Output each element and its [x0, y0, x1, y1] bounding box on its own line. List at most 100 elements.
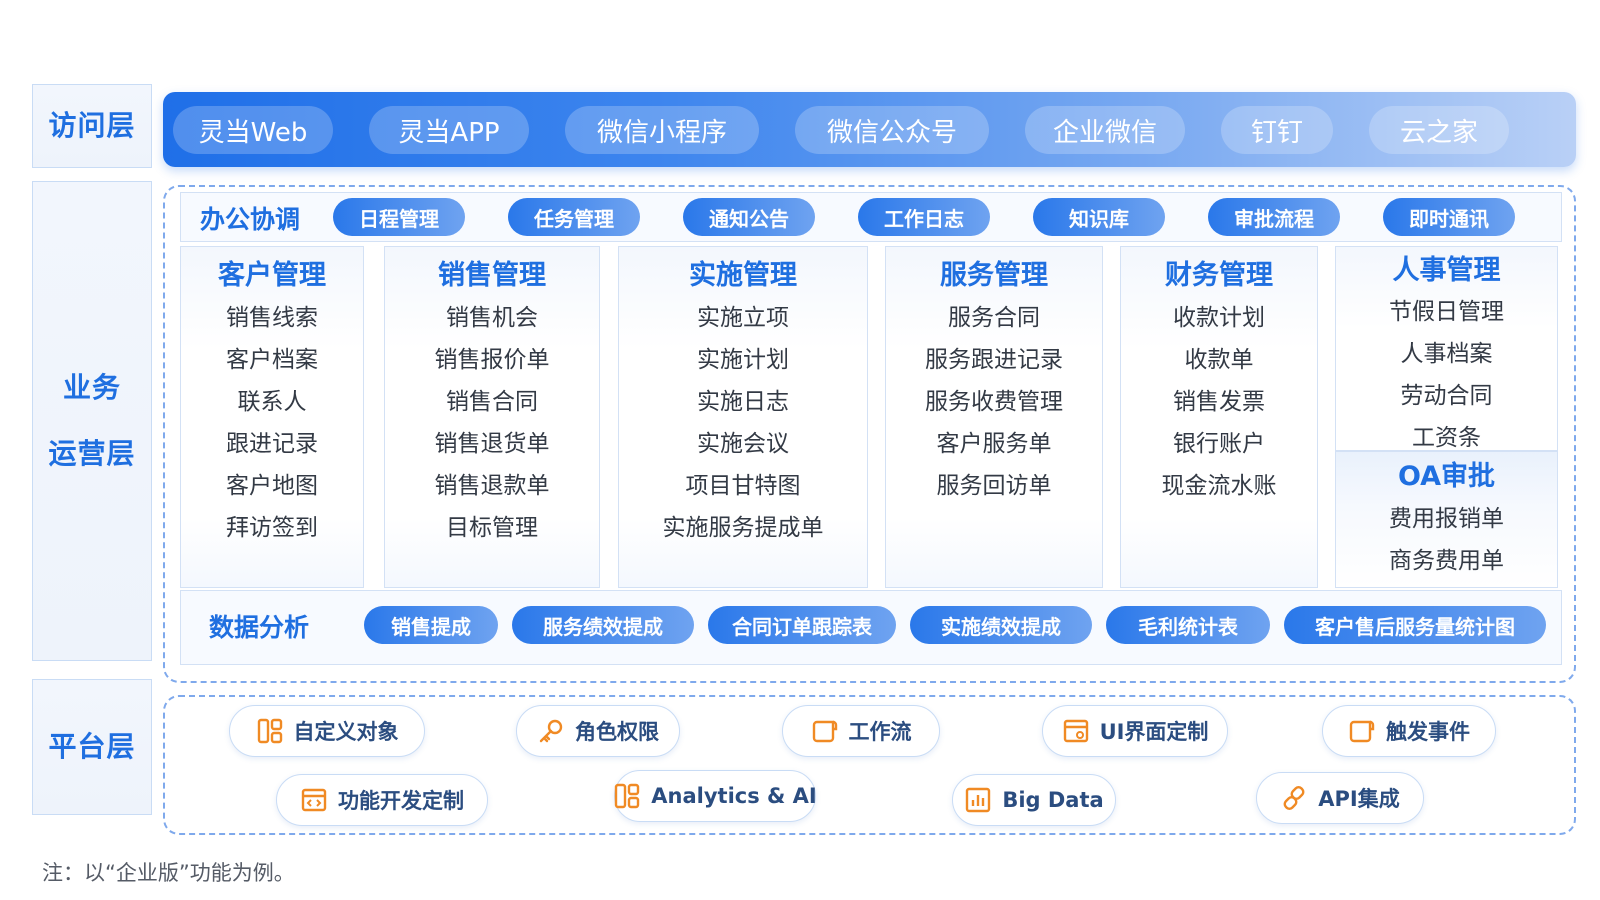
module-item[interactable]: 实施立项 — [619, 297, 867, 339]
office-item-worklog[interactable]: 工作日志 — [858, 198, 990, 236]
office-item-notice[interactable]: 通知公告 — [683, 198, 815, 236]
module-item[interactable]: 客户档案 — [181, 339, 363, 381]
module-item[interactable]: 跟进记录 — [181, 423, 363, 465]
access-bar: 灵当Web 灵当APP 微信小程序 微信公众号 企业微信 钉钉 云之家 — [163, 92, 1576, 167]
platform-item-label: UI界面定制 — [1099, 720, 1209, 744]
access-item-dingtalk[interactable]: 钉钉 — [1221, 106, 1333, 154]
platform-layer-label: 平台层 — [32, 679, 152, 815]
module-item[interactable]: 费用报销单 — [1336, 498, 1557, 540]
module-item[interactable]: 现金流水账 — [1121, 465, 1317, 507]
module-item[interactable]: 实施服务提成单 — [619, 507, 867, 549]
access-item-app[interactable]: 灵当APP — [369, 106, 529, 154]
data-item-order-tracking[interactable]: 合同订单跟踪表 — [708, 606, 896, 644]
data-item-implementation-commission[interactable]: 实施绩效提成 — [910, 606, 1092, 644]
platform-item-api-integration[interactable]: API集成 — [1256, 772, 1424, 824]
module-item[interactable]: 客户服务单 — [886, 423, 1102, 465]
module-item[interactable]: 服务回访单 — [886, 465, 1102, 507]
footnote: 注：以“企业版”功能为例。 — [42, 861, 295, 885]
access-item-wecom[interactable]: 企业微信 — [1025, 106, 1185, 154]
module-sales: 销售管理 销售机会 销售报价单 销售合同 销售退货单 销售退款单 目标管理 — [384, 246, 600, 588]
data-item-sales-commission[interactable]: 销售提成 — [364, 606, 498, 644]
access-item-official-account[interactable]: 微信公众号 — [795, 106, 989, 154]
access-layer-label: 访问层 — [32, 84, 152, 168]
module-title: 销售管理 — [438, 260, 546, 291]
module-item[interactable]: 客户地图 — [181, 465, 363, 507]
module-title: 财务管理 — [1165, 260, 1273, 291]
module-title: 服务管理 — [940, 260, 1048, 291]
module-item[interactable]: 联系人 — [181, 381, 363, 423]
module-item[interactable]: 项目甘特图 — [619, 465, 867, 507]
access-item-miniprogram[interactable]: 微信小程序 — [565, 106, 759, 154]
platform-item-role-permission[interactable]: 角色权限 — [516, 705, 680, 757]
platform-item-label: Analytics & AI — [651, 784, 817, 808]
module-item[interactable]: 节假日管理 — [1336, 291, 1557, 333]
access-item-yunzhijia[interactable]: 云之家 — [1369, 106, 1509, 154]
module-item[interactable]: 服务收费管理 — [886, 381, 1102, 423]
module-item[interactable]: 商务费用单 — [1336, 540, 1557, 582]
module-item[interactable]: 银行账户 — [1121, 423, 1317, 465]
platform-item-label: 触发事件 — [1386, 720, 1470, 744]
scroll-icon — [812, 720, 837, 743]
module-title: 人事管理 — [1392, 255, 1501, 286]
module-finance: 财务管理 收款计划 收款单 销售发票 银行账户 现金流水账 — [1120, 246, 1318, 588]
data-item-gross-profit[interactable]: 毛利统计表 — [1106, 606, 1270, 644]
module-item[interactable]: 服务合同 — [886, 297, 1102, 339]
module-item[interactable]: 销售发票 — [1121, 381, 1317, 423]
module-oa-approval: OA审批 费用报销单 商务费用单 — [1335, 451, 1558, 588]
platform-item-analytics-ai[interactable]: Analytics & AI — [614, 770, 817, 822]
platform-item-workflow[interactable]: 工作流 — [782, 705, 940, 757]
module-item[interactable]: 人事档案 — [1336, 333, 1557, 375]
module-service: 服务管理 服务合同 服务跟进记录 服务收费管理 客户服务单 服务回访单 — [885, 246, 1103, 588]
office-title: 办公协调 — [200, 205, 301, 234]
data-analysis-title: 数据分析 — [209, 613, 310, 642]
module-item[interactable]: 销售机会 — [385, 297, 599, 339]
blocks-icon — [257, 718, 282, 744]
module-item[interactable]: 销售退货单 — [385, 423, 599, 465]
module-item[interactable]: 销售退款单 — [385, 465, 599, 507]
platform-item-trigger-event[interactable]: 触发事件 — [1322, 705, 1496, 757]
module-title: OA审批 — [1397, 461, 1496, 492]
office-item-im[interactable]: 即时通讯 — [1383, 198, 1515, 236]
platform-item-ui-customization[interactable]: UI界面定制 — [1042, 705, 1228, 757]
module-item[interactable]: 收款单 — [1121, 339, 1317, 381]
office-item-schedule[interactable]: 日程管理 — [333, 198, 465, 236]
key-icon — [539, 719, 563, 743]
module-hr: 人事管理 节假日管理 人事档案 劳动合同 工资条 — [1335, 246, 1558, 451]
platform-item-label: 角色权限 — [575, 720, 659, 744]
data-item-service-commission[interactable]: 服务绩效提成 — [512, 606, 694, 644]
office-item-approval[interactable]: 审批流程 — [1208, 198, 1340, 236]
platform-item-feature-development[interactable]: 功能开发定制 — [276, 774, 488, 826]
module-item[interactable]: 实施计划 — [619, 339, 867, 381]
business-layer-label: 业务 运营层 — [32, 181, 152, 661]
platform-item-label: 功能开发定制 — [338, 789, 464, 813]
module-item[interactable]: 销售线索 — [181, 297, 363, 339]
platform-item-label: API集成 — [1318, 787, 1400, 811]
blocks-icon — [615, 783, 640, 809]
business-layer-text-2: 运营层 — [48, 437, 136, 470]
module-item[interactable]: 实施会议 — [619, 423, 867, 465]
platform-item-label: Big Data — [1002, 788, 1104, 812]
module-item[interactable]: 收款计划 — [1121, 297, 1317, 339]
data-item-after-sales-chart[interactable]: 客户售后服务量统计图 — [1284, 606, 1546, 644]
module-title: 实施管理 — [689, 260, 797, 291]
code-window-icon — [301, 788, 327, 812]
scroll-icon — [1349, 720, 1375, 743]
office-item-knowledge[interactable]: 知识库 — [1033, 198, 1165, 236]
platform-item-label: 工作流 — [848, 720, 912, 744]
platform-item-big-data[interactable]: Big Data — [952, 774, 1116, 826]
module-item[interactable]: 目标管理 — [385, 507, 599, 549]
access-item-web[interactable]: 灵当Web — [173, 106, 333, 154]
link-icon — [1283, 786, 1305, 810]
module-item[interactable]: 销售报价单 — [385, 339, 599, 381]
access-layer-text: 访问层 — [48, 109, 136, 142]
module-implementation: 实施管理 实施立项 实施计划 实施日志 实施会议 项目甘特图 实施服务提成单 — [618, 246, 868, 588]
module-item[interactable]: 实施日志 — [619, 381, 867, 423]
module-item[interactable]: 拜访签到 — [181, 507, 363, 549]
office-item-task[interactable]: 任务管理 — [508, 198, 640, 236]
bar-chart-icon — [966, 787, 991, 813]
module-item[interactable]: 销售合同 — [385, 381, 599, 423]
module-item[interactable]: 劳动合同 — [1336, 375, 1557, 417]
module-item[interactable]: 服务跟进记录 — [886, 339, 1102, 381]
platform-item-custom-object[interactable]: 自定义对象 — [229, 705, 425, 757]
module-title: 客户管理 — [218, 260, 326, 291]
